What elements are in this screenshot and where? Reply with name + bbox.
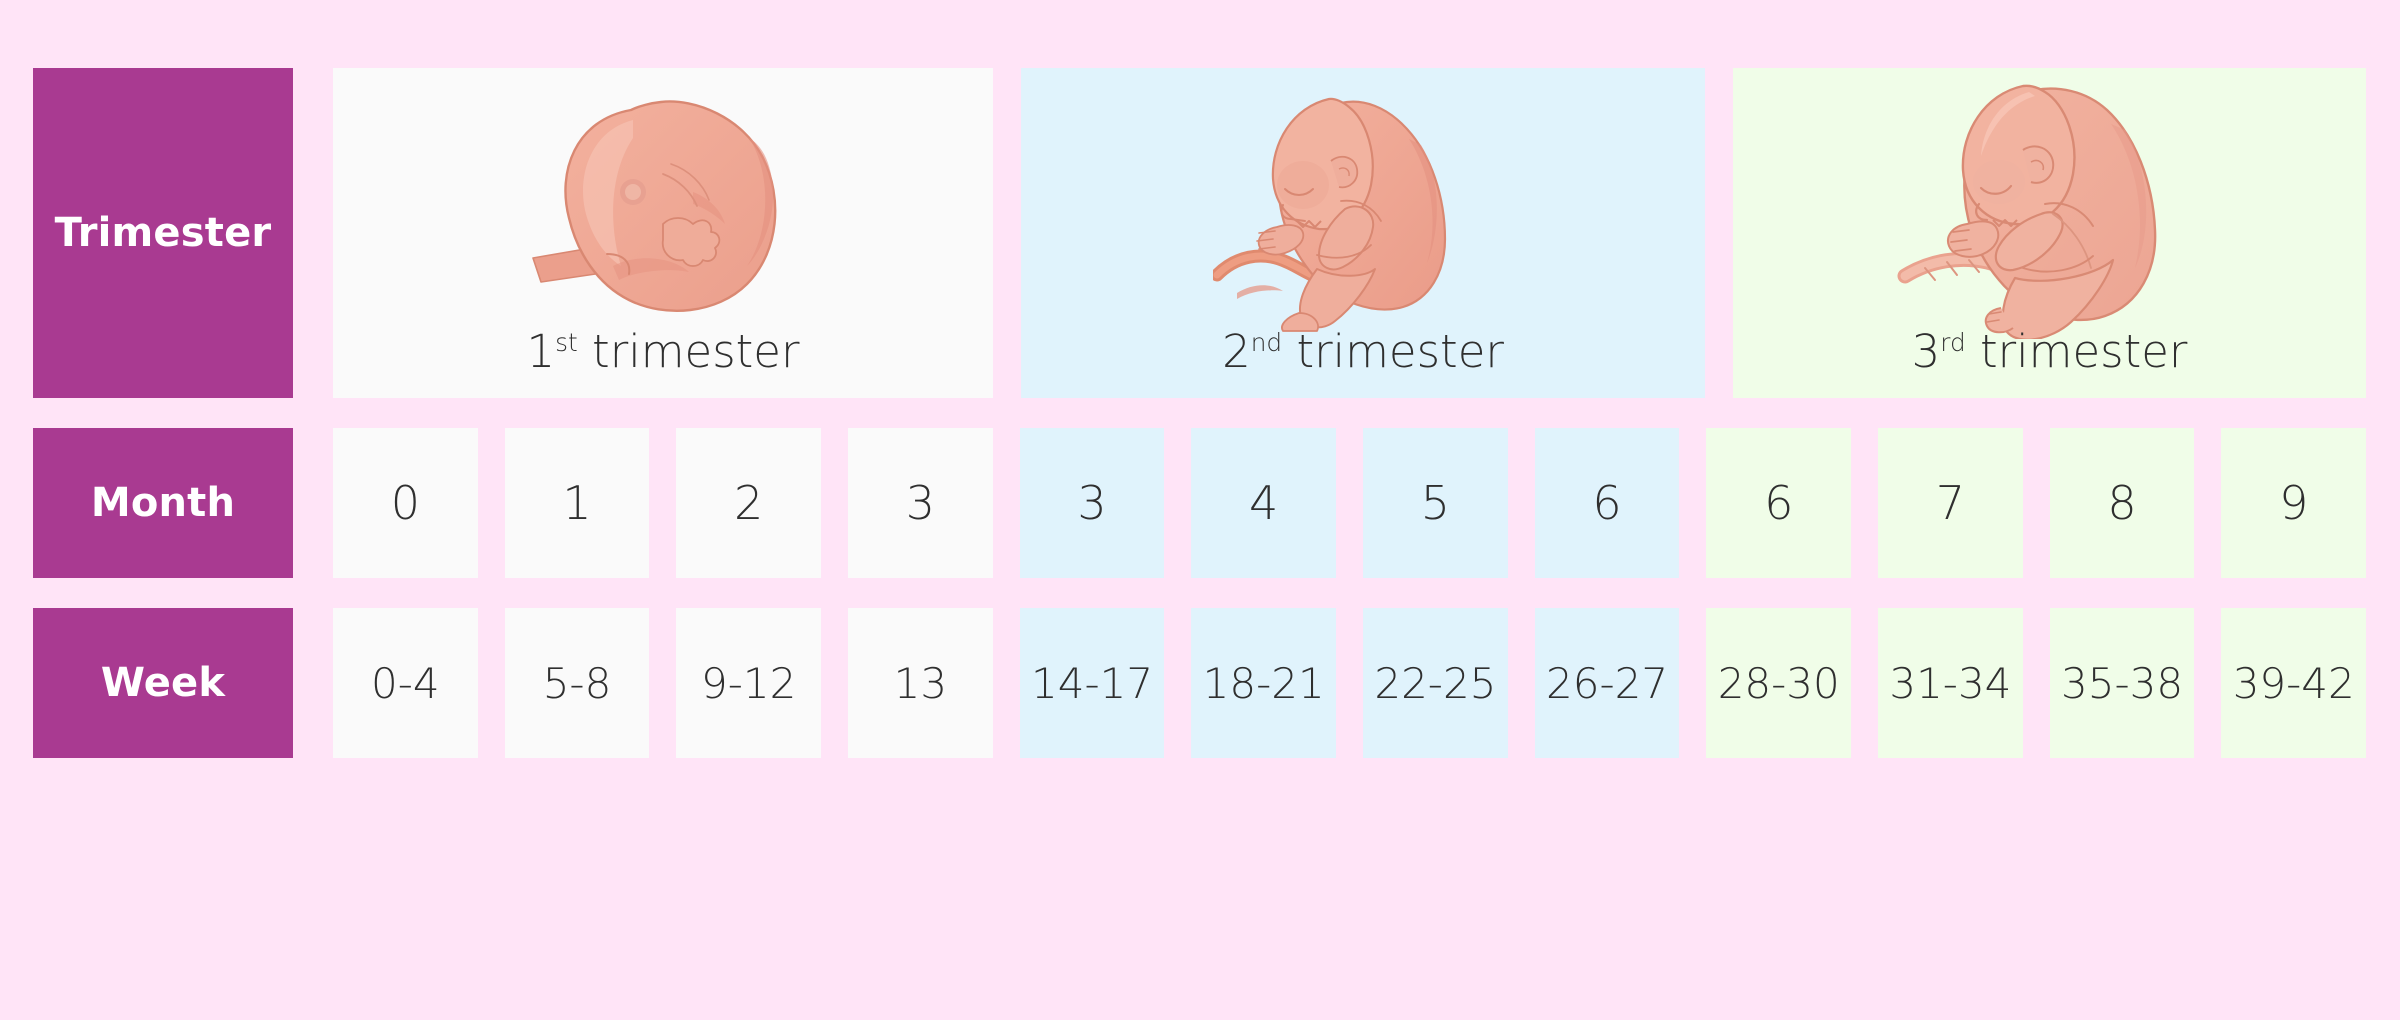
embryo-first-trimester-icon	[333, 76, 993, 326]
trimester-row: Trimester 1st trimester 2nd trimester 3r…	[33, 68, 2366, 398]
month-cell[interactable]: 0	[333, 428, 478, 578]
week-cells: 0-4 5-8 9-12 13 14-17 18-21 22-25 26-27 …	[333, 608, 2367, 758]
month-cells: 0 1 2 3 3 4 5 6 6 7 8 9	[333, 428, 2367, 578]
month-cell[interactable]: 3	[1019, 428, 1165, 578]
week-cell[interactable]: 13	[848, 608, 993, 758]
week-cell[interactable]: 26-27	[1534, 608, 1680, 758]
week-cell[interactable]: 9-12	[676, 608, 822, 758]
fetus-second-trimester-icon	[1021, 76, 1705, 332]
pregnancy-trimester-infographic: Trimester 1st trimester 2nd trimester 3r…	[0, 0, 2400, 1020]
month-cell[interactable]: 6	[1534, 428, 1680, 578]
month-cell[interactable]: 6	[1706, 428, 1852, 578]
week-cell[interactable]: 22-25	[1363, 608, 1508, 758]
fetus-third-trimester-icon	[1733, 76, 2366, 339]
week-cell[interactable]: 35-38	[2049, 608, 2195, 758]
row-label-week: Week	[33, 608, 293, 758]
month-cell[interactable]: 8	[2049, 428, 2195, 578]
trimester-label-3: 3rd trimester	[1912, 325, 2188, 398]
month-cell[interactable]: 1	[504, 428, 650, 578]
row-label-trimester: Trimester	[33, 68, 293, 398]
trimester-ordinal-1: 1	[526, 325, 556, 378]
trimester-ordinal-3: 3	[1911, 325, 1941, 378]
month-cell[interactable]: 4	[1191, 428, 1337, 578]
month-row: Month 0 1 2 3 3 4 5 6 6 7 8 9	[33, 428, 2367, 578]
trimester-label-1: 1st trimester	[527, 325, 800, 398]
month-cell[interactable]: 7	[1878, 428, 2023, 578]
week-cell[interactable]: 14-17	[1019, 608, 1165, 758]
trimester-word-1: trimester	[577, 325, 800, 378]
week-cell[interactable]: 31-34	[1878, 608, 2023, 758]
month-cell[interactable]: 3	[848, 428, 993, 578]
week-cell[interactable]: 39-42	[2221, 608, 2367, 758]
trimester-suffix-1: st	[555, 328, 578, 357]
trimester-label-2: 2nd trimester	[1222, 325, 1504, 398]
trimester-ordinal-2: 2	[1222, 325, 1251, 378]
trimester-word-2: trimester	[1282, 325, 1504, 378]
week-row: Week 0-4 5-8 9-12 13 14-17 18-21 22-25 2…	[33, 608, 2367, 758]
trimester-word-3: trimester	[1965, 325, 2188, 378]
trimester-suffix-3: rd	[1940, 328, 1966, 357]
trimester-panel-2[interactable]: 2nd trimester	[1021, 68, 1705, 398]
week-cell[interactable]: 5-8	[504, 608, 650, 758]
row-label-month: Month	[33, 428, 293, 578]
week-cell[interactable]: 0-4	[333, 608, 478, 758]
month-cell[interactable]: 5	[1363, 428, 1508, 578]
trimester-panels: 1st trimester 2nd trimester 3rd trimeste…	[333, 68, 2366, 398]
trimester-suffix-2: nd	[1250, 328, 1283, 357]
week-cell[interactable]: 28-30	[1706, 608, 1852, 758]
month-cell[interactable]: 9	[2221, 428, 2367, 578]
week-cell[interactable]: 18-21	[1191, 608, 1337, 758]
month-cell[interactable]: 2	[676, 428, 822, 578]
trimester-panel-1[interactable]: 1st trimester	[333, 68, 993, 398]
trimester-panel-3[interactable]: 3rd trimester	[1733, 68, 2366, 398]
